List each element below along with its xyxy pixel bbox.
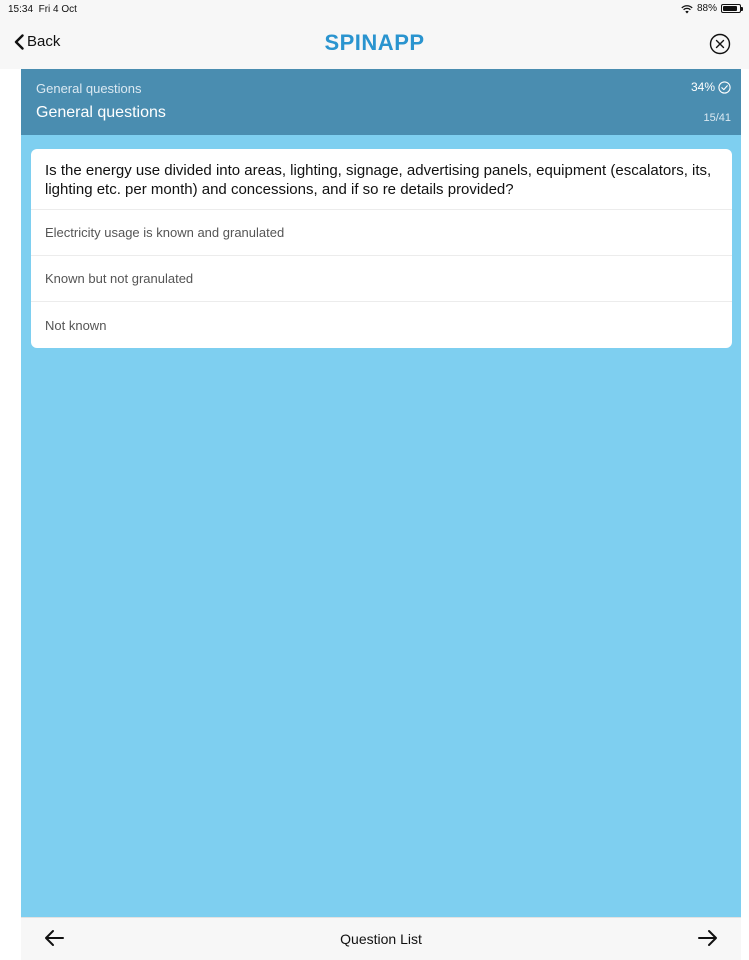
wifi-icon [681,4,693,13]
section-category: General questions [36,81,142,96]
status-indicators: 88% [681,3,743,14]
battery-percent: 88% [696,3,717,14]
question-text: Is the energy use divided into areas, li… [31,149,732,210]
check-circle-icon [718,80,731,94]
progress-percent-label: 34% [690,80,715,94]
answer-option-known-not-granulated[interactable]: Known but not granulated [31,256,732,302]
question-list-button[interactable]: Question List [21,931,741,947]
answer-option-known-granulated[interactable]: Electricity usage is known and granulate… [31,210,732,256]
section-title: General questions [36,104,166,121]
progress-percent: 34% [691,80,731,94]
answer-option-not-known[interactable]: Not known [31,302,732,348]
close-circle-icon[interactable] [709,33,731,55]
progress-count: 15/41 [703,112,731,124]
status-date: Fri 4 Oct [38,4,77,15]
question-card: Is the energy use divided into areas, li… [31,149,732,348]
status-time: 15:34 Fri 4 Oct [8,4,77,15]
arrow-right-icon[interactable] [697,928,719,948]
bottom-toolbar: Question List [21,917,741,960]
navigation-bar: Back SPINAPP [0,18,749,69]
status-clock: 15:34 [8,4,34,15]
battery-fill [723,6,738,11]
section-header: General questions General questions 34% … [21,69,741,135]
app-title: SPINAPP [324,30,425,55]
status-bar: 15:34 Fri 4 Oct 88% [0,0,749,18]
question-content-area: Is the energy use divided into areas, li… [21,135,741,917]
battery-icon [721,4,743,13]
